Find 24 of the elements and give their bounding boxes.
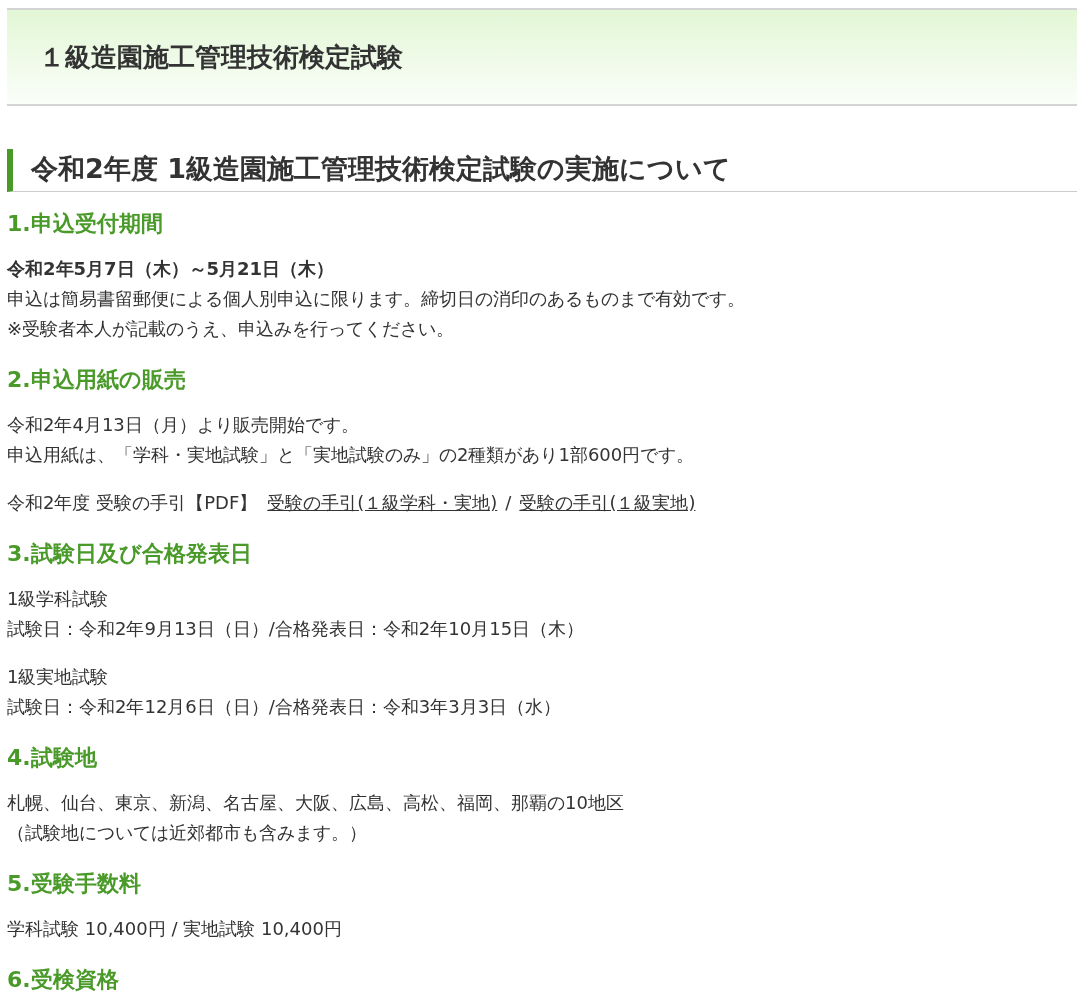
body-text: 申込は簡易書留郵便による個人別申込に限ります。締切日の消印のあるものまで有効です。 <box>7 287 746 311</box>
pdf-guide-label: 令和2年度 受験の手引【PDF】 <box>7 491 258 515</box>
body-text: ※受験者本人が記載のうえ、申込みを行ってください。 <box>7 317 456 341</box>
body-text: 試験日：令和2年9月13日（日）/合格発表日：令和2年10月15日（木） <box>7 617 586 641</box>
pdf-guide-link[interactable]: 受験の手引(１級学科・実地) <box>267 488 498 518</box>
body-text: 令和2年4月13日（月）より販売開始です。 <box>7 413 360 437</box>
section-heading: 1.申込受付期間 <box>7 210 164 238</box>
article-title: 令和2年度 1級造園施工管理技術検定試験の実施について <box>7 149 1077 192</box>
page-title: １級造園施工管理技術検定試験 <box>39 40 403 74</box>
section-heading: 6.受検資格 <box>7 966 120 994</box>
section-heading: 2.申込用紙の販売 <box>7 366 187 394</box>
body-text: 試験日：令和2年12月6日（日）/合格発表日：令和3年3月3日（水） <box>7 695 563 719</box>
body-text: 令和2年5月7日（木）～5月21日（木） <box>7 257 336 281</box>
body-text: 1級学科試験 <box>7 587 110 611</box>
body-text: 1級実地試験 <box>7 665 110 689</box>
section-heading: 3.試験日及び合格発表日 <box>7 540 253 568</box>
section-heading: 5.受験手数料 <box>7 870 142 898</box>
body-text: 札幌、仙台、東京、新潟、名古屋、大阪、広島、高松、福岡、那覇の10地区 <box>7 791 625 815</box>
body-text: 学科試験 10,400円 / 実地試験 10,400円 <box>7 917 343 941</box>
section-heading: 4.試験地 <box>7 744 98 772</box>
body-text: （試験地については近郊都市も含みます。） <box>7 821 368 845</box>
body-text: 申込用紙は、「学科・実地試験」と「実地試験のみ」の2種類があり1部600円です。 <box>7 443 696 467</box>
pdf-guide-link[interactable]: 受験の手引(１級実地) <box>519 488 696 518</box>
link-separator: / <box>505 491 512 515</box>
